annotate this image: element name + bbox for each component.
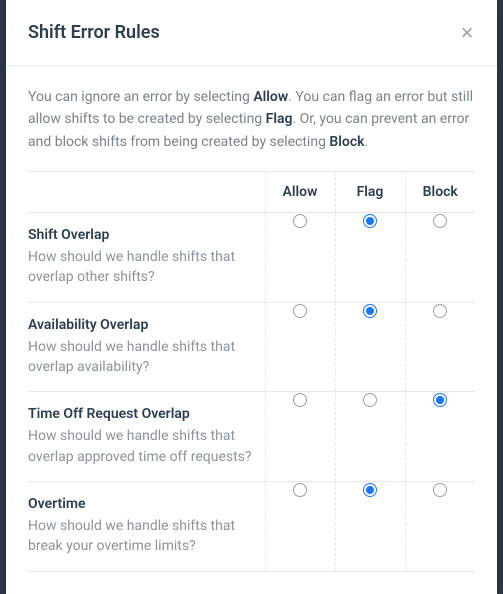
rules-table: Allow Flag Block Shift Overlap How should… — [28, 171, 475, 571]
rule-cell: Shift Overlap How should we handle shifts… — [28, 213, 265, 302]
rule-title: Overtime — [28, 496, 259, 512]
intro-text: You can ignore an error by selecting All… — [28, 86, 475, 153]
radio-block[interactable] — [433, 483, 447, 497]
rule-description: How should we handle shifts that break y… — [28, 516, 259, 557]
close-icon: × — [461, 22, 474, 44]
shift-error-rules-modal: Shift Error Rules × You can ignore an er… — [6, 0, 497, 594]
modal-body: You can ignore an error by selecting All… — [6, 66, 497, 572]
table-row: Time Off Request Overlap How should we ha… — [28, 392, 475, 482]
radio-allow[interactable] — [293, 304, 307, 318]
radio-cell-flag — [335, 481, 405, 571]
table-header-row: Allow Flag Block — [28, 172, 475, 213]
close-button[interactable]: × — [453, 19, 481, 47]
radio-block[interactable] — [433, 304, 447, 318]
radio-cell-flag — [335, 392, 405, 482]
radio-cell-block — [405, 302, 475, 392]
table-row: Availability Overlap How should we handle… — [28, 302, 475, 392]
radio-cell-allow — [265, 213, 335, 303]
radio-cell-block — [405, 392, 475, 482]
intro-part: You can ignore an error by selecting — [28, 89, 253, 105]
radio-flag[interactable] — [363, 393, 377, 407]
radio-block[interactable] — [433, 214, 447, 228]
radio-cell-block — [405, 213, 475, 303]
radio-flag[interactable] — [363, 483, 377, 497]
rule-description: How should we handle shifts that overlap… — [28, 426, 259, 467]
radio-cell-flag — [335, 302, 405, 392]
modal-header: Shift Error Rules × — [6, 0, 497, 66]
rule-cell: Time Off Request Overlap How should we ha… — [28, 392, 265, 481]
rule-cell: Availability Overlap How should we handle… — [28, 303, 265, 392]
radio-allow[interactable] — [293, 214, 307, 228]
intro-part: . — [365, 134, 369, 150]
intro-bold-flag: Flag — [266, 111, 293, 127]
column-header-rule — [28, 172, 265, 213]
radio-cell-block — [405, 481, 475, 571]
radio-flag[interactable] — [363, 214, 377, 228]
rule-cell: Overtime How should we handle shifts that… — [28, 482, 265, 571]
radio-block[interactable] — [433, 393, 447, 407]
radio-allow[interactable] — [293, 483, 307, 497]
column-header-flag: Flag — [335, 172, 405, 213]
radio-cell-flag — [335, 213, 405, 303]
rule-title: Shift Overlap — [28, 227, 259, 243]
modal-title: Shift Error Rules — [28, 22, 160, 43]
radio-cell-allow — [265, 302, 335, 392]
radio-cell-allow — [265, 392, 335, 482]
rule-description: How should we handle shifts that overlap… — [28, 337, 259, 378]
column-header-block: Block — [405, 172, 475, 213]
intro-bold-allow: Allow — [253, 89, 288, 105]
rule-title: Availability Overlap — [28, 317, 259, 333]
table-row: Overtime How should we handle shifts that… — [28, 481, 475, 571]
radio-flag[interactable] — [363, 304, 377, 318]
rule-description: How should we handle shifts that overlap… — [28, 247, 259, 288]
radio-cell-allow — [265, 481, 335, 571]
rule-title: Time Off Request Overlap — [28, 406, 259, 422]
table-row: Shift Overlap How should we handle shifts… — [28, 213, 475, 303]
column-header-allow: Allow — [265, 172, 335, 213]
intro-bold-block: Block — [329, 134, 364, 150]
radio-allow[interactable] — [293, 393, 307, 407]
